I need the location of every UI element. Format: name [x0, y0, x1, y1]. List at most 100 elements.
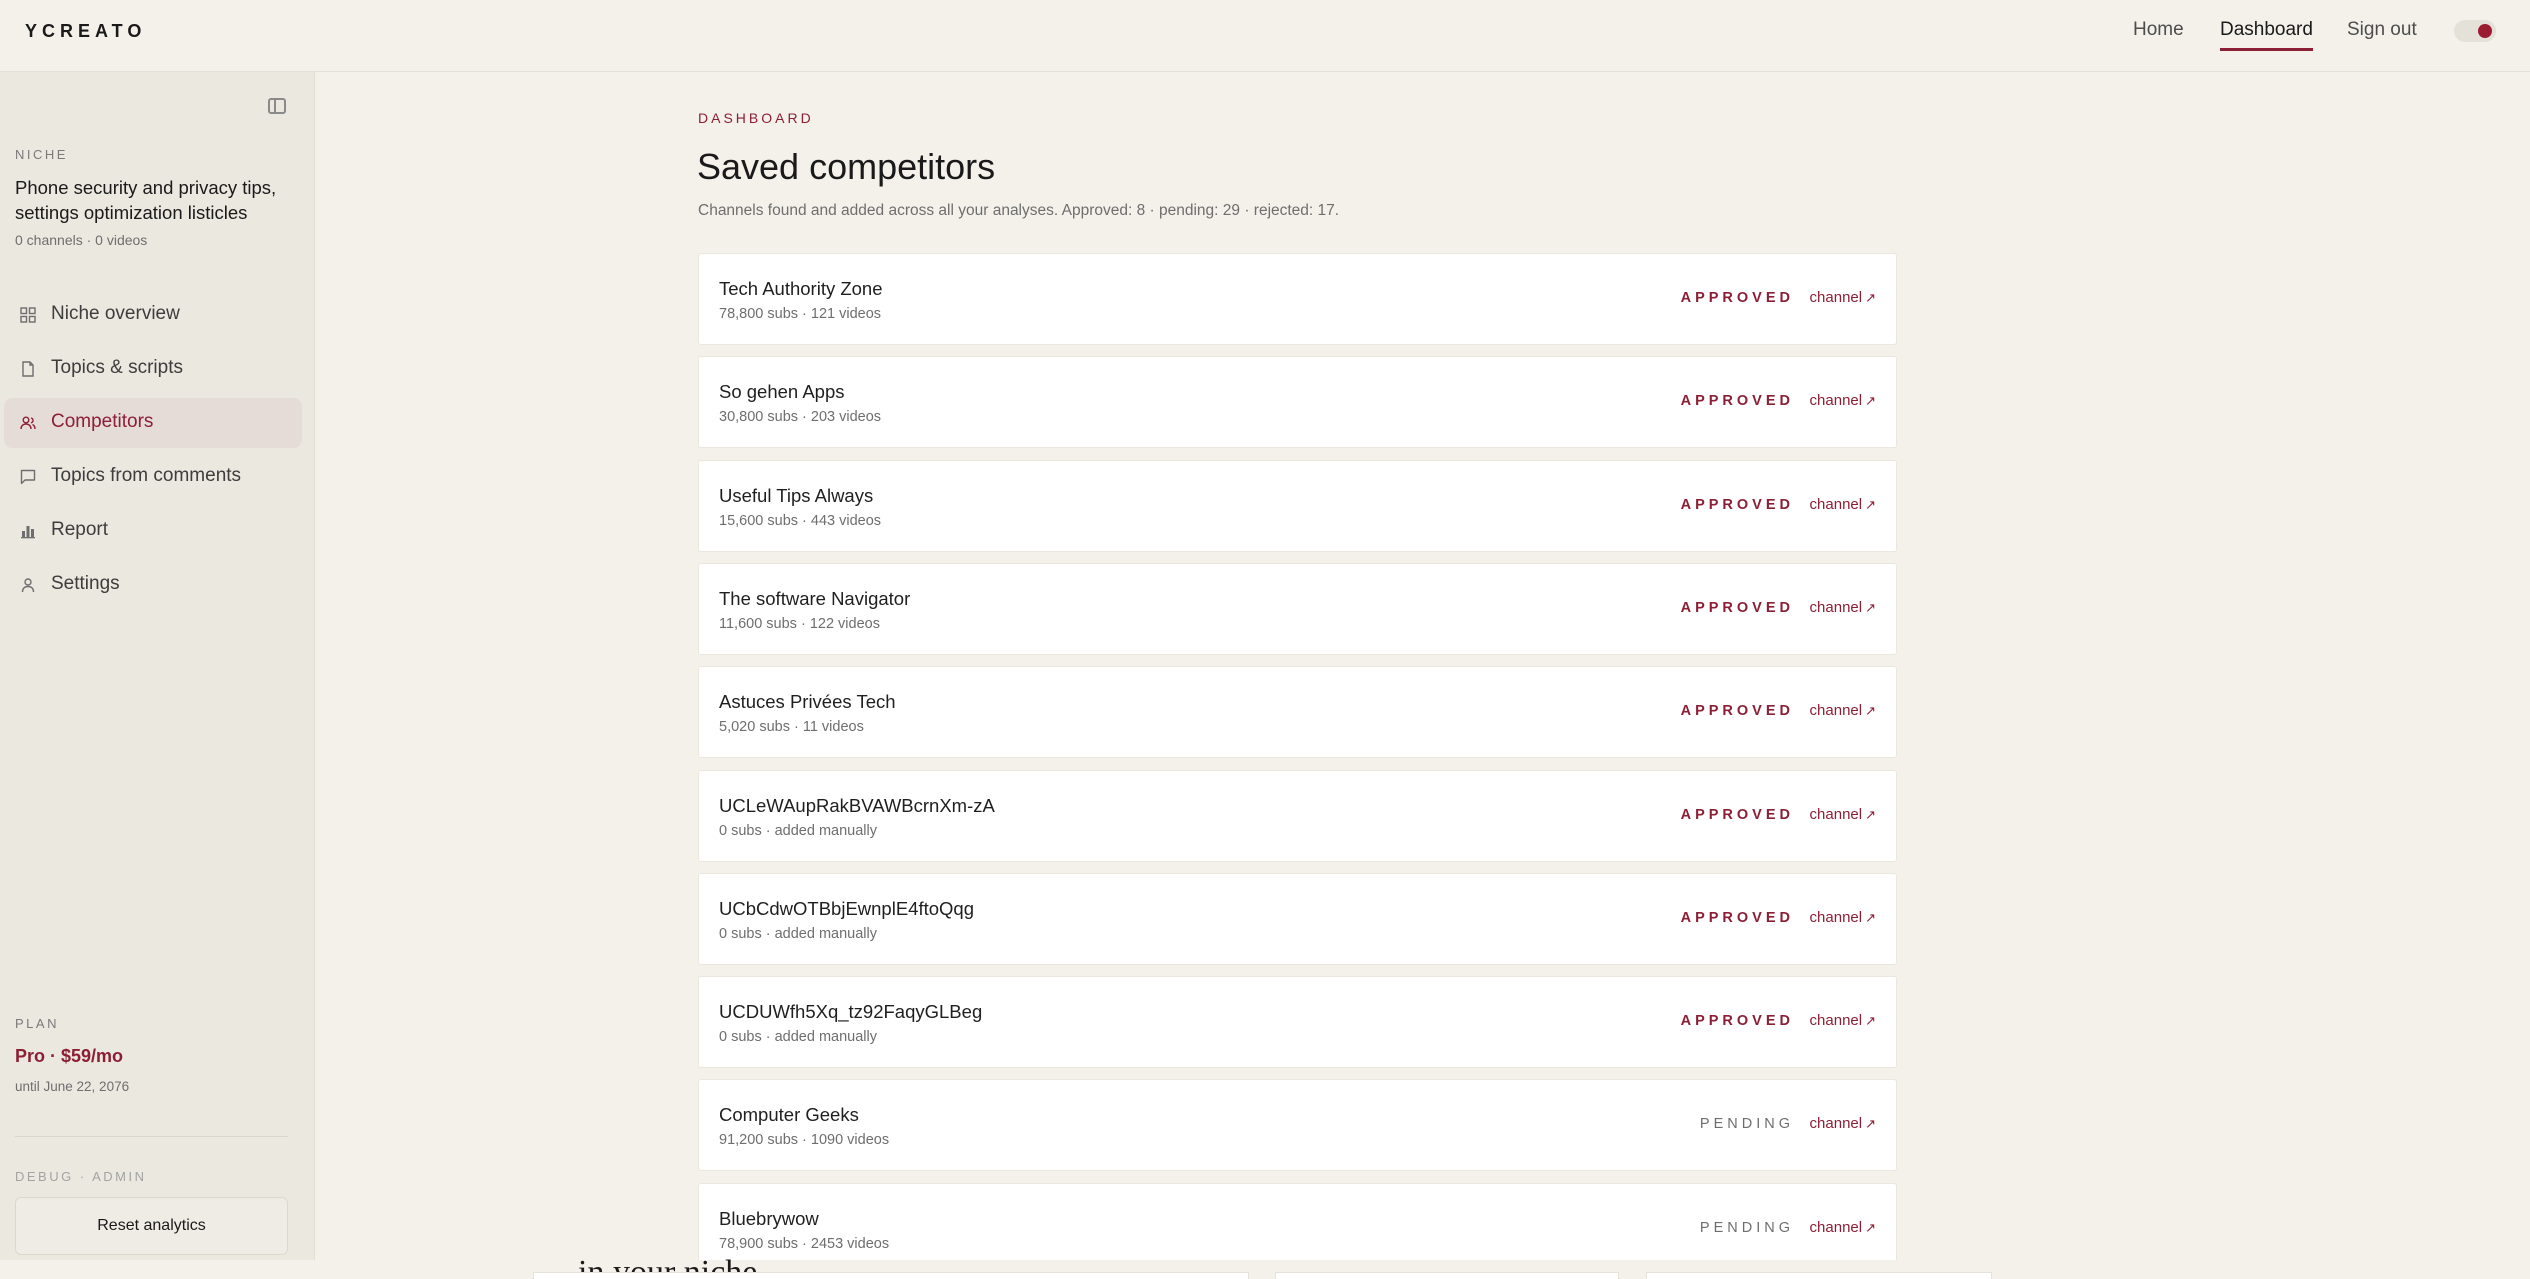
plan-until: until June 22, 2076	[15, 1079, 130, 1094]
sidebar-collapse-icon[interactable]	[268, 98, 286, 114]
status-badge: PENDING	[1699, 1220, 1794, 1236]
external-link-icon: ↗	[1865, 497, 1876, 512]
status-badge: APPROVED	[1680, 290, 1794, 306]
channel-link[interactable]: channel ↗	[1810, 1115, 1876, 1132]
plan-label: PLAN	[15, 1016, 59, 1031]
competitor-name: Useful Tips Always	[719, 485, 874, 506]
competitor-name: Astuces Privées Tech	[719, 691, 896, 712]
channel-link[interactable]: channel ↗	[1810, 909, 1876, 926]
brand-logo[interactable]: YCREATO	[25, 21, 146, 42]
channel-link[interactable]: channel ↗	[1810, 392, 1876, 409]
external-link-icon: ↗	[1865, 1220, 1876, 1235]
debug-admin-label: DEBUG · ADMIN	[15, 1169, 147, 1184]
theme-toggle[interactable]	[2454, 20, 2496, 42]
cutoff-card	[1275, 1272, 1619, 1279]
external-link-icon: ↗	[1865, 290, 1876, 305]
sidebar-item-settings[interactable]: Settings	[4, 560, 302, 610]
users-icon	[20, 416, 36, 430]
sidebar-item-report[interactable]: Report	[4, 506, 302, 556]
plan-name: Pro · $59/mo	[15, 1046, 124, 1066]
channel-link[interactable]: channel ↗	[1810, 289, 1876, 306]
competitor-card: UCbCdwOTBbjEwnplE4ftoQqg 0 subs · added m…	[698, 873, 1897, 965]
competitor-name: UCLeWAupRakBVAWBcrnXm-zA	[719, 795, 995, 816]
cutoff-card	[533, 1272, 1249, 1279]
sidebar-item-topics-from-comments[interactable]: Topics from comments	[4, 452, 302, 502]
file-icon	[22, 361, 34, 377]
reset-analytics-button[interactable]: Reset analytics	[15, 1197, 288, 1255]
niche-title: Phone security and privacy tips, setting…	[15, 177, 277, 223]
competitor-meta: 11,600 subs · 122 videos	[719, 616, 880, 632]
channel-link-label: channel	[1809, 599, 1863, 616]
channel-link[interactable]: channel ↗	[1810, 1219, 1876, 1236]
nav-dashboard[interactable]: Dashboard	[2220, 19, 2313, 51]
sidebar-item-competitors[interactable]: Competitors	[4, 398, 302, 448]
status-badge: APPROVED	[1680, 703, 1794, 719]
channel-link-label: channel	[1809, 806, 1863, 823]
competitor-meta: 5,020 subs · 11 videos	[719, 719, 864, 735]
page-title: Saved competitors	[697, 146, 996, 187]
sidebar-item-topics-scripts[interactable]: Topics & scripts	[4, 344, 302, 394]
channel-link-label: channel	[1809, 496, 1863, 513]
status-badge: APPROVED	[1680, 1013, 1794, 1029]
sidebar-item-label: Competitors	[51, 411, 154, 432]
page-subtitle: Channels found and added across all your…	[698, 202, 1340, 219]
cutoff-card	[1646, 1272, 1992, 1279]
sidebar-item-label: Topics from comments	[51, 465, 242, 486]
competitor-meta: 0 subs · added manually	[719, 1029, 877, 1045]
sidebar-item-label: Report	[51, 519, 109, 540]
competitor-name: The software Navigator	[719, 588, 911, 609]
sidebar-item-label: Topics & scripts	[51, 357, 183, 378]
status-badge: APPROVED	[1680, 393, 1794, 409]
grid-icon	[20, 307, 36, 323]
status-badge: APPROVED	[1680, 600, 1794, 616]
competitor-meta: 0 subs · added manually	[719, 926, 877, 942]
sidebar-divider	[15, 1136, 288, 1137]
competitor-name: UCbCdwOTBbjEwnplE4ftoQqg	[719, 898, 974, 919]
breadcrumb: DASHBOARD	[698, 110, 814, 126]
channel-link-label: channel	[1809, 909, 1863, 926]
external-link-icon: ↗	[1865, 393, 1876, 408]
niche-label: NICHE	[15, 147, 68, 162]
nav-sign-out[interactable]: Sign out	[2347, 19, 2417, 41]
channel-link-label: channel	[1809, 702, 1863, 719]
competitor-name: Computer Geeks	[719, 1104, 859, 1125]
status-badge: PENDING	[1699, 1116, 1794, 1132]
chat-icon	[20, 469, 36, 485]
competitor-meta: 15,600 subs · 443 videos	[719, 513, 882, 529]
status-badge: APPROVED	[1680, 497, 1794, 513]
sidebar-item-label: Settings	[51, 573, 120, 594]
user-icon	[21, 578, 35, 593]
external-link-icon: ↗	[1865, 600, 1876, 615]
top-bar: YCREATO Home Dashboard Sign out	[0, 0, 2530, 72]
channel-link-label: channel	[1809, 392, 1863, 409]
channel-link[interactable]: channel ↗	[1810, 599, 1876, 616]
channel-link-label: channel	[1809, 1219, 1863, 1236]
competitor-meta: 78,900 subs · 2453 videos	[719, 1236, 890, 1252]
external-link-icon: ↗	[1865, 1116, 1876, 1131]
competitor-card: Useful Tips Always 15,600 subs · 443 vide…	[698, 460, 1897, 552]
competitor-name: UCDUWfh5Xq_tz92FaqyGLBeg	[719, 1001, 983, 1022]
nav-home[interactable]: Home	[2133, 19, 2184, 41]
sidebar: NICHE Phone security and privacy tips, s…	[0, 72, 315, 1260]
external-link-icon: ↗	[1865, 807, 1876, 822]
competitor-name: Tech Authority Zone	[719, 278, 883, 299]
competitor-card: The software Navigator 11,600 subs · 122 …	[698, 563, 1897, 655]
channel-link-label: channel	[1809, 289, 1863, 306]
competitor-card: UCLeWAupRakBVAWBcrnXm-zA 0 subs · added m…	[698, 770, 1897, 862]
external-link-icon: ↗	[1865, 703, 1876, 718]
sidebar-item-niche-overview[interactable]: Niche overview	[4, 290, 302, 340]
competitor-meta: 91,200 subs · 1090 videos	[719, 1132, 890, 1148]
status-badge: APPROVED	[1680, 807, 1794, 823]
toggle-knob	[2478, 24, 2492, 38]
competitor-card: Astuces Privées Tech 5,020 subs · 11 vide…	[698, 666, 1897, 758]
channel-link[interactable]: channel ↗	[1810, 806, 1876, 823]
competitor-meta: 30,800 subs · 203 videos	[719, 409, 882, 425]
competitor-card: UCDUWfh5Xq_tz92FaqyGLBeg 0 subs · added m…	[698, 976, 1897, 1068]
channel-link[interactable]: channel ↗	[1810, 702, 1876, 719]
external-link-icon: ↗	[1865, 910, 1876, 925]
competitor-name: Bluebrywow	[719, 1208, 819, 1229]
channel-link[interactable]: channel ↗	[1810, 1012, 1876, 1029]
channel-link[interactable]: channel ↗	[1810, 496, 1876, 513]
competitor-meta: 0 subs · added manually	[719, 823, 877, 839]
competitor-card: So gehen Apps 30,800 subs · 203 videos APP…	[698, 356, 1897, 448]
